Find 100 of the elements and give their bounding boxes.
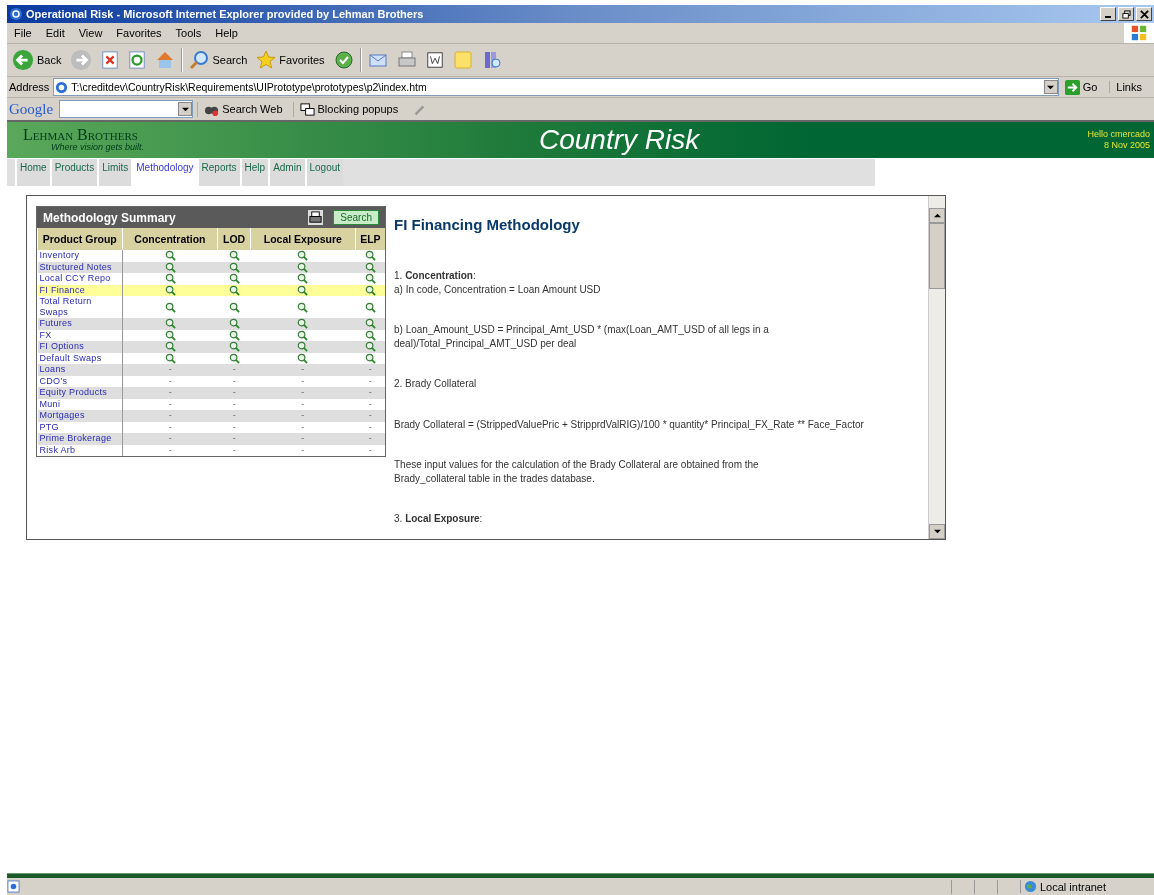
- product-link[interactable]: FX: [39, 329, 122, 341]
- magnifier-icon[interactable]: [164, 261, 176, 273]
- magnifier-icon[interactable]: [297, 301, 309, 313]
- scrollbar-thumb[interactable]: [929, 223, 945, 289]
- nav-tab[interactable]: Methodology: [131, 159, 197, 188]
- magnifier-icon[interactable]: [364, 341, 376, 353]
- magnifier-icon[interactable]: [297, 250, 309, 262]
- magnifier-icon[interactable]: [297, 352, 309, 364]
- magnifier-icon[interactable]: [297, 273, 309, 285]
- magnifier-icon[interactable]: [164, 341, 176, 353]
- magnifier-icon[interactable]: [228, 284, 240, 296]
- magnifier-icon[interactable]: [228, 273, 240, 285]
- magnifier-icon[interactable]: [364, 318, 376, 330]
- nav-tab[interactable]: Reports: [196, 159, 240, 186]
- table-cell: -: [232, 364, 236, 375]
- globe-icon: [1024, 880, 1037, 893]
- magnifier-icon[interactable]: [297, 341, 309, 353]
- menu-item[interactable]: View: [71, 27, 110, 39]
- magnifier-icon[interactable]: [164, 329, 176, 341]
- product-link[interactable]: Default Swaps: [39, 352, 122, 364]
- window-title: Operational Risk - Microsoft Internet Explorer provided by Lehman Brothers: [26, 8, 424, 20]
- blocking-popups-button[interactable]: Blocking popups: [292, 101, 405, 117]
- check-circle-icon: [333, 50, 354, 70]
- magnifier-icon[interactable]: [297, 329, 309, 341]
- nav-tab[interactable]: Admin: [268, 159, 305, 186]
- windows-icon: [299, 101, 315, 117]
- table-cell: -: [368, 444, 372, 455]
- magnifier-icon[interactable]: [228, 261, 240, 273]
- search-button[interactable]: Search: [333, 210, 379, 225]
- product-link[interactable]: Loans: [39, 364, 122, 376]
- table-cell: -: [232, 375, 236, 386]
- paragraph: Brady Collateral = (StrippedValuePric + StripprdValRIG)/100 * quantity* Principal_FX_Rate ** Face_Factor: [394, 417, 865, 431]
- product-link[interactable]: Muni: [39, 398, 122, 410]
- magnifier-icon[interactable]: [364, 301, 376, 313]
- product-link[interactable]: Inventory: [39, 250, 122, 262]
- browser-icon: [9, 7, 23, 21]
- search-web-button[interactable]: Search Web: [197, 101, 289, 117]
- product-link[interactable]: CDO's: [39, 375, 122, 387]
- magnifier-icon[interactable]: [297, 284, 309, 296]
- magnifier-icon[interactable]: [228, 329, 240, 341]
- magnifier-icon[interactable]: [164, 352, 176, 364]
- document-icon: [425, 51, 444, 69]
- summary-title: Methodology Summary: [43, 210, 177, 225]
- magnifier-icon[interactable]: [297, 261, 309, 273]
- table-cell: -: [301, 398, 305, 409]
- magnifier-icon[interactable]: [364, 250, 376, 262]
- minimize-button[interactable]: [1100, 7, 1116, 21]
- magnifier-icon[interactable]: [164, 318, 176, 330]
- nav-tab[interactable]: Help: [239, 159, 269, 186]
- google-menu-button[interactable]: Google: [7, 100, 56, 118]
- search-button[interactable]: Search: [186, 50, 251, 70]
- scrollbar[interactable]: [928, 196, 945, 539]
- menu-item[interactable]: Tools: [168, 27, 209, 39]
- go-button[interactable]: Go: [1060, 79, 1108, 95]
- magnifier-icon[interactable]: [164, 301, 176, 313]
- magnifier-icon[interactable]: [364, 273, 376, 285]
- restore-button[interactable]: [1118, 7, 1134, 21]
- back-button[interactable]: Back: [9, 49, 65, 71]
- product-link[interactable]: Local CCY Repo: [39, 273, 122, 285]
- table-cell: -: [301, 387, 305, 398]
- magnifier-icon[interactable]: [228, 352, 240, 364]
- magnifier-icon[interactable]: [364, 352, 376, 364]
- magnifier-icon[interactable]: [164, 250, 176, 262]
- column-header: ELP: [355, 228, 385, 250]
- magnifier-icon[interactable]: [164, 273, 176, 285]
- magnifier-icon[interactable]: [228, 341, 240, 353]
- magnifier-icon[interactable]: [297, 318, 309, 330]
- product-link[interactable]: Total Return Swaps: [39, 296, 122, 318]
- nav-tab[interactable]: Home: [15, 159, 50, 186]
- table-cell: -: [232, 387, 236, 398]
- magnifier-icon[interactable]: [164, 284, 176, 296]
- google-search-field[interactable]: [59, 100, 194, 118]
- menu-item[interactable]: File: [7, 27, 39, 39]
- product-link[interactable]: Mortgages: [39, 410, 122, 422]
- product-link[interactable]: PTG: [39, 421, 122, 433]
- magnifier-icon[interactable]: [228, 301, 240, 313]
- close-button[interactable]: [1136, 7, 1152, 21]
- magnifier-icon[interactable]: [228, 250, 240, 262]
- close-icon: [1139, 9, 1149, 19]
- menu-item[interactable]: Edit: [38, 27, 72, 39]
- nav-tab[interactable]: Products: [49, 159, 98, 186]
- magnifier-icon[interactable]: [364, 284, 376, 296]
- magnifier-icon[interactable]: [228, 318, 240, 330]
- magnifier-icon[interactable]: [364, 329, 376, 341]
- product-link[interactable]: Risk Arb: [39, 444, 122, 456]
- favorites-button[interactable]: Favorites: [253, 50, 328, 70]
- product-link[interactable]: Equity Products: [39, 387, 122, 399]
- table-cell: -: [301, 433, 305, 444]
- menu-item[interactable]: Help: [208, 27, 245, 39]
- nav-tab[interactable]: Limits: [97, 159, 132, 186]
- address-field[interactable]: T:\creditdev\CountryRisk\Requirements\UIPrototype\prototypes\p2\index.htm: [53, 78, 1059, 96]
- table-cell: -: [368, 375, 372, 386]
- table-cell: -: [368, 364, 372, 375]
- paragraph: 3. Local Exposure:: [394, 512, 484, 526]
- product-link[interactable]: Prime Brokerage: [39, 433, 122, 445]
- links-button[interactable]: Links: [1109, 81, 1154, 93]
- magnifier-icon[interactable]: [364, 261, 376, 273]
- menu-item[interactable]: Favorites: [109, 27, 169, 39]
- nav-tab[interactable]: Logout: [304, 159, 344, 186]
- printer-icon[interactable]: [308, 210, 324, 225]
